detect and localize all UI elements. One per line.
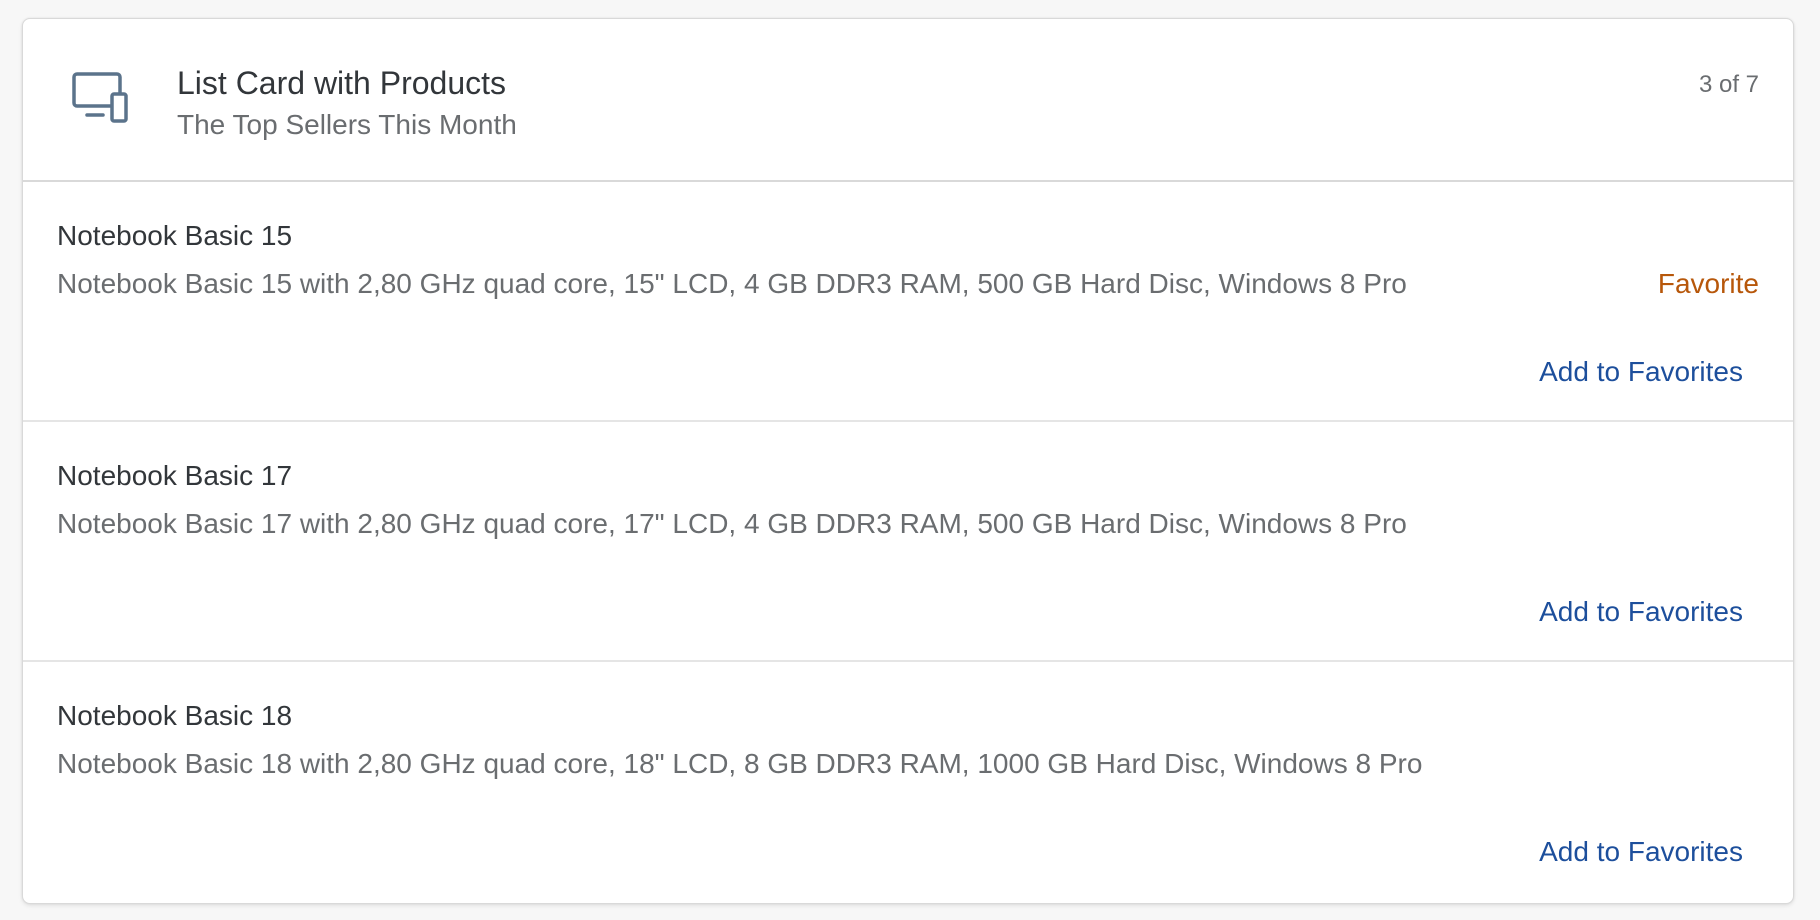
- list-item[interactable]: Notebook Basic 18 Notebook Basic 18 with…: [23, 662, 1793, 902]
- item-description: Notebook Basic 17 with 2,80 GHz quad cor…: [57, 508, 1407, 539]
- add-to-favorites-button[interactable]: Add to Favorites: [1539, 834, 1743, 870]
- item-title: Notebook Basic 18: [57, 700, 293, 731]
- card-header[interactable]: List Card with Products The Top Sellers …: [23, 19, 1793, 182]
- item-description: Notebook Basic 18 with 2,80 GHz quad cor…: [57, 748, 1423, 779]
- add-to-favorites-button[interactable]: Add to Favorites: [1539, 354, 1743, 390]
- add-to-favorites-button[interactable]: Add to Favorites: [1539, 594, 1743, 630]
- item-title: Notebook Basic 17: [57, 460, 293, 491]
- item-count: 3 of 7: [1698, 71, 1759, 98]
- card-title: List Card with Products: [177, 65, 507, 101]
- item-description: Notebook Basic 15 with 2,80 GHz quad cor…: [57, 268, 1407, 299]
- laptop-tablet-icon: [71, 71, 141, 131]
- list-card: List Card with Products The Top Sellers …: [22, 18, 1794, 904]
- item-title: Notebook Basic 15: [57, 220, 293, 251]
- list-item[interactable]: Notebook Basic 15 Notebook Basic 15 with…: [23, 182, 1793, 422]
- card-subtitle: The Top Sellers This Month: [177, 109, 517, 140]
- list-item[interactable]: Notebook Basic 17 Notebook Basic 17 with…: [23, 422, 1793, 662]
- status-favorite: Favorite: [1657, 268, 1759, 299]
